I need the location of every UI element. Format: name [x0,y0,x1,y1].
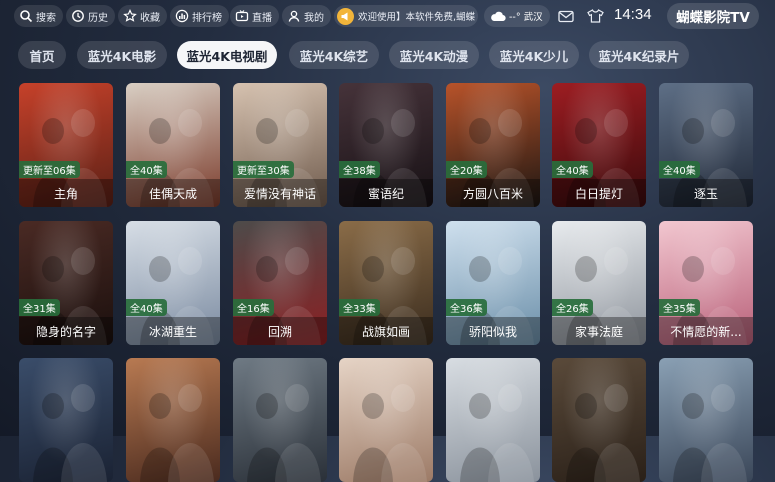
tab-4k-anime[interactable]: 蓝光4K动漫 [389,41,479,69]
show-card[interactable]: 全40集 白日提灯 [552,83,646,207]
poster-image [552,358,646,482]
show-title: 隐身的名字 [19,317,113,345]
poster-image [19,358,113,482]
live-button[interactable]: 直播 [230,5,279,27]
poster-image [126,358,220,482]
notice-text: 欢迎使用】本软件免费,蝴蝶 [358,12,476,23]
tab-home[interactable]: 首页 [18,41,66,69]
show-title: 白日提灯 [552,179,646,207]
show-title: 逐玉 [659,179,753,207]
show-card[interactable]: 全31集 隐身的名字 [19,221,113,345]
show-card[interactable] [19,358,113,482]
show-title: 不情愿的新... [659,317,753,345]
show-card[interactable] [446,358,540,482]
episode-badge: 全40集 [126,299,167,316]
weather-widget[interactable]: --° 武汉 [484,5,550,27]
episode-badge: 全40集 [659,161,700,178]
show-card[interactable]: 全16集 回溯 [233,221,327,345]
show-card[interactable]: 更新至30集 爱情没有神话 [233,83,327,207]
live-label: 直播 [252,12,272,24]
show-card[interactable]: 全40集 佳偶天成 [126,83,220,207]
show-card[interactable]: 全36集 骄阳似我 [446,221,540,345]
weather-text: --° 武汉 [509,12,543,23]
ranking-label: 排行榜 [192,12,222,24]
show-title: 家事法庭 [552,317,646,345]
history-button[interactable]: 历史 [66,5,115,27]
show-card[interactable] [339,358,433,482]
notice-marquee[interactable]: 欢迎使用】本软件免费,蝴蝶 [334,5,478,27]
show-card[interactable]: 全35集 不情愿的新... [659,221,753,345]
episode-badge: 全40集 [126,161,167,178]
show-card[interactable] [126,358,220,482]
show-card[interactable]: 全40集 冰湖重生 [126,221,220,345]
poster-image [446,358,540,482]
episode-badge: 全33集 [339,299,380,316]
ranking-icon [175,9,189,23]
show-card[interactable] [233,358,327,482]
episode-badge: 全40集 [552,161,593,178]
profile-button[interactable]: 我的 [282,5,331,27]
shirt-icon[interactable] [585,6,605,26]
episode-badge: 全38集 [339,161,380,178]
app-brand: 蝴蝶影院TV [667,3,759,29]
favorites-button[interactable]: 收藏 [118,5,167,27]
tab-4k-documentary[interactable]: 蓝光4K纪录片 [589,41,689,69]
show-title: 方圆八百米 [446,179,540,207]
episode-badge: 全36集 [446,299,487,316]
megaphone-icon [337,7,354,25]
tab-4k-kids[interactable]: 蓝光4K少儿 [489,41,579,69]
show-card[interactable]: 全40集 逐玉 [659,83,753,207]
episode-badge: 全26集 [552,299,593,316]
show-title: 战旗如画 [339,317,433,345]
history-icon [72,10,84,22]
mail-icon[interactable] [556,6,576,26]
show-card[interactable]: 全33集 战旗如画 [339,221,433,345]
show-card[interactable] [552,358,646,482]
episode-badge: 更新至06集 [19,161,80,178]
star-icon [123,9,137,22]
search-button[interactable]: 搜索 [14,5,63,27]
cloud-icon [491,11,506,22]
show-title: 主角 [19,179,113,207]
episode-badge: 全16集 [233,299,274,316]
poster-image [233,358,327,482]
tab-4k-tv-series[interactable]: 蓝光4K电视剧 [177,41,277,69]
show-title: 佳偶天成 [126,179,220,207]
show-card[interactable]: 全26集 家事法庭 [552,221,646,345]
user-icon [288,10,300,22]
show-title: 蜜语纪 [339,179,433,207]
poster-image [659,358,753,482]
history-label: 历史 [88,12,108,24]
ranking-button[interactable]: 排行榜 [170,5,229,27]
episode-badge: 更新至30集 [233,161,294,178]
tv-icon [235,10,249,22]
episode-badge: 全31集 [19,299,60,316]
tab-4k-movies[interactable]: 蓝光4K电影 [77,41,167,69]
show-title: 冰湖重生 [126,317,220,345]
search-label: 搜索 [36,12,56,24]
show-title: 骄阳似我 [446,317,540,345]
show-title: 爱情没有神话 [233,179,327,207]
show-title: 回溯 [233,317,327,345]
search-icon [20,10,33,23]
poster-image [339,358,433,482]
tab-4k-variety[interactable]: 蓝光4K综艺 [289,41,379,69]
top-bar: 搜索 历史 收藏 排行榜 直播 我的 欢迎使用】本软件免费,蝴蝶 --° 武汉 … [0,0,775,32]
profile-label: 我的 [304,12,324,24]
category-tabs: 首页 蓝光4K电影 蓝光4K电视剧 蓝光4K综艺 蓝光4K动漫 蓝光4K少儿 蓝… [0,41,775,71]
show-card[interactable]: 全38集 蜜语纪 [339,83,433,207]
clock: 14:34 [614,6,652,23]
show-card[interactable]: 全20集 方圆八百米 [446,83,540,207]
favorites-label: 收藏 [140,12,160,24]
show-card[interactable]: 更新至06集 主角 [19,83,113,207]
episode-badge: 全35集 [659,299,700,316]
episode-badge: 全20集 [446,161,487,178]
show-card[interactable] [659,358,753,482]
